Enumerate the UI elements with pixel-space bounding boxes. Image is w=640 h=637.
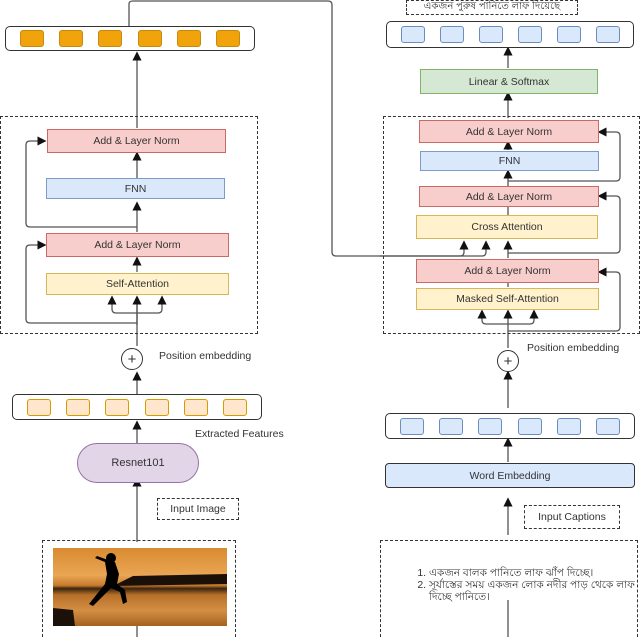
cross-attention-block: Cross Attention	[416, 215, 598, 239]
feature-cell	[183, 398, 208, 416]
embedding-cell	[478, 417, 503, 435]
decoder-output-cell	[556, 26, 581, 43]
resnet-block: Resnet101	[77, 443, 199, 483]
encoder-position-embedding-label: Position embedding	[159, 350, 252, 362]
encoder-output-cell	[19, 30, 44, 47]
feature-cell	[105, 398, 130, 416]
decoder-embedding-vector	[385, 413, 635, 439]
feature-cell	[26, 398, 51, 416]
word-embedding-block: Word Embedding	[385, 463, 635, 488]
masked-self-attention-block: Masked Self-Attention	[416, 288, 599, 310]
embedding-cell	[556, 417, 581, 435]
output-caption: একজন পুরুষ পানিতে লাফ দিয়েছে	[406, 0, 578, 15]
embedding-cell	[438, 417, 463, 435]
input-image-label: Input Image	[157, 498, 239, 520]
feature-cell	[65, 398, 90, 416]
encoder-output-cell	[137, 30, 162, 47]
embedding-cell	[596, 417, 621, 435]
linear-softmax-block: Linear & Softmax	[420, 69, 598, 94]
caption-item: সূর্যাস্তের সময় একজন লোক নদীর পাড় থেকে…	[429, 579, 637, 603]
encoder-position-add-icon: +	[121, 348, 143, 370]
feature-cell	[144, 398, 169, 416]
decoder-output-vector	[386, 21, 634, 48]
decoder-output-cell	[439, 26, 464, 43]
decoder-output-cell	[478, 26, 503, 43]
decoder-add-norm-top: Add & Layer Norm	[419, 120, 599, 143]
decoder-position-embedding-label: Position embedding	[527, 342, 620, 354]
encoder-output-vector	[5, 26, 255, 51]
encoder-self-attention: Self-Attention	[46, 273, 229, 295]
encoder-output-cell	[176, 30, 201, 47]
decoder-output-cell	[400, 26, 425, 43]
extracted-features-vector	[12, 394, 262, 420]
encoder-output-cell	[58, 30, 83, 47]
embedding-cell	[517, 417, 542, 435]
encoder-output-cell	[98, 30, 123, 47]
encoder-add-norm-bottom: Add & Layer Norm	[46, 233, 229, 257]
encoder-add-norm-top: Add & Layer Norm	[47, 129, 226, 153]
decoder-output-cell	[517, 26, 542, 43]
caption-item: একজন বালক পানিতে লাফ ঝাঁপ দিচ্ছে।	[429, 567, 637, 579]
embedding-cell	[399, 417, 424, 435]
input-captions-label: Input Captions	[524, 505, 620, 529]
feature-cell	[223, 398, 248, 416]
input-image-photo	[53, 548, 227, 626]
decoder-output-cell	[595, 26, 620, 43]
captions-list: একজন বালক পানিতে লাফ ঝাঁপ দিচ্ছে। সূর্যা…	[415, 567, 637, 603]
encoder-fnn: FNN	[46, 178, 225, 199]
decoder-add-norm-bottom: Add & Layer Norm	[416, 259, 599, 283]
decoder-fnn: FNN	[420, 151, 599, 171]
extracted-features-label: Extracted Features	[195, 428, 284, 440]
jumper-silhouette-icon	[53, 553, 227, 626]
decoder-position-add-icon: +	[497, 350, 519, 372]
decoder-add-norm-mid: Add & Layer Norm	[419, 186, 599, 207]
input-captions-frame: একজন বালক পানিতে লাফ ঝাঁপ দিচ্ছে। সূর্যা…	[380, 540, 638, 637]
encoder-output-cell	[216, 30, 241, 47]
